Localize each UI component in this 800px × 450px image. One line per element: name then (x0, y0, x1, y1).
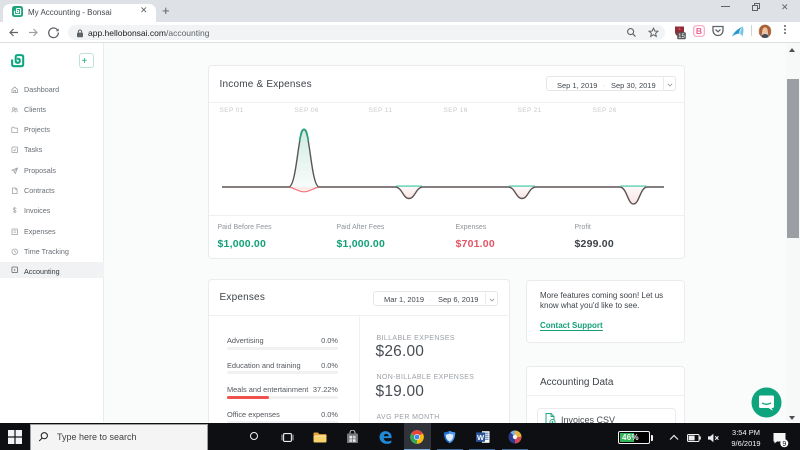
svg-text:15: 15 (678, 34, 685, 40)
svg-text:9: 9 (782, 441, 786, 448)
svg-text:B: B (696, 26, 702, 36)
svg-text:W: W (476, 432, 484, 441)
